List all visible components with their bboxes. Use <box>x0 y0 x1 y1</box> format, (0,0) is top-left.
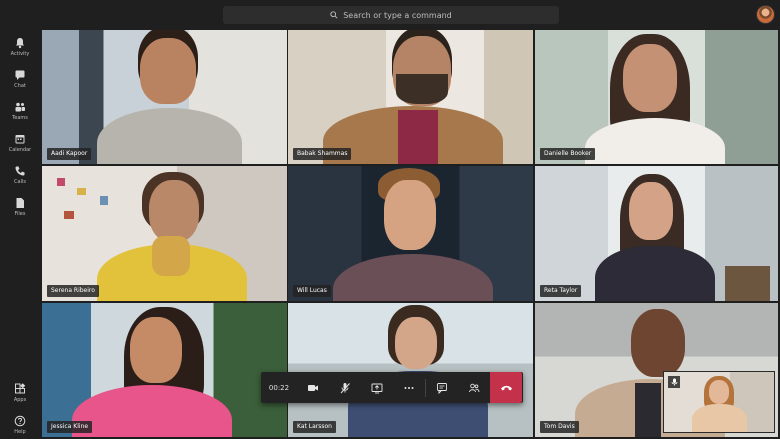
name-tag: Aadi Kapoor <box>47 148 92 160</box>
name-tag: Reta Taylor <box>540 285 582 297</box>
rail-item-activity[interactable]: Activity <box>0 34 40 66</box>
video-tile-kat-larsson[interactable]: Kat Larsson <box>288 303 533 437</box>
video-tile-babak-shammas[interactable]: Babak Shammas <box>288 30 533 164</box>
mic-off-icon <box>340 382 350 393</box>
name-tag: Kat Larsson <box>293 421 336 433</box>
apps-icon <box>15 383 26 394</box>
rail-item-help[interactable]: Help <box>0 412 40 439</box>
file-icon <box>16 198 24 208</box>
camera-icon <box>308 384 318 391</box>
more-icon <box>404 386 414 389</box>
video-tile-danielle-booker[interactable]: Danielle Booker <box>535 30 778 164</box>
hang-up-button[interactable] <box>490 372 522 403</box>
video-tile-jessica-kline[interactable]: Jessica Kline <box>42 303 287 437</box>
video-tile-serena-ribeiro[interactable]: Serena Ribeiro <box>42 166 287 301</box>
participants-icon <box>469 383 480 392</box>
rail-label-files: Files <box>14 211 26 217</box>
call-controls-bar: 00:22 <box>261 372 523 403</box>
call-timer: 00:22 <box>268 383 290 392</box>
chat-icon <box>15 70 25 80</box>
rail-item-files[interactable]: Files <box>0 194 40 226</box>
mic-indicator-icon <box>668 376 680 388</box>
rail-label-help: Help <box>14 429 26 435</box>
rail-label-chat: Chat <box>14 83 26 89</box>
rail-item-calendar[interactable]: Calendar <box>0 130 40 162</box>
search-placeholder: Search or type a command <box>343 10 452 20</box>
name-tag: Babak Shammas <box>293 148 352 160</box>
teams-icon <box>15 102 25 112</box>
rail-label-calendar: Calendar <box>8 147 32 153</box>
rail-label-teams: Teams <box>12 115 28 121</box>
video-tile-aadi-kapoor[interactable]: Aadi Kapoor <box>42 30 287 164</box>
participants-button[interactable] <box>458 372 490 403</box>
phone-icon <box>15 166 25 176</box>
meeting-chat-button[interactable] <box>426 372 458 403</box>
rail-label-activity: Activity <box>10 51 30 57</box>
mute-button[interactable] <box>329 372 361 403</box>
rail-item-apps[interactable]: Apps <box>0 380 40 412</box>
rail-item-teams[interactable]: Teams <box>0 98 40 130</box>
profile-avatar[interactable] <box>756 5 775 24</box>
hang-up-icon <box>500 385 512 390</box>
more-options-button[interactable] <box>393 372 425 403</box>
chat-icon <box>437 382 447 394</box>
name-tag: Serena Ribeiro <box>47 285 99 297</box>
camera-button[interactable] <box>297 372 329 403</box>
teams-meeting-window: Search or type a command Activity Chat T… <box>0 0 780 439</box>
left-rail: Activity Chat Teams Calendar Calls Files… <box>0 30 40 439</box>
rail-label-apps: Apps <box>13 397 27 403</box>
help-icon <box>14 415 26 427</box>
rail-item-chat[interactable]: Chat <box>0 66 40 98</box>
self-view[interactable] <box>663 371 775 433</box>
name-tag: Tom Davis <box>540 421 579 433</box>
bell-icon <box>16 38 24 49</box>
name-tag: Will Lucas <box>293 285 331 297</box>
search-box[interactable]: Search or type a command <box>223 6 559 24</box>
name-tag: Jessica Kline <box>47 421 93 433</box>
rail-label-calls: Calls <box>14 179 26 185</box>
name-tag: Danielle Booker <box>540 148 596 160</box>
share-screen-icon <box>371 383 383 393</box>
video-tile-reta-taylor[interactable]: Reta Taylor <box>535 166 778 301</box>
search-icon <box>330 11 338 19</box>
calendar-icon <box>15 135 25 144</box>
rail-item-calls[interactable]: Calls <box>0 162 40 194</box>
title-bar: Search or type a command <box>0 0 780 30</box>
share-screen-button[interactable] <box>361 372 393 403</box>
video-tile-will-lucas[interactable]: Will Lucas <box>288 166 533 301</box>
